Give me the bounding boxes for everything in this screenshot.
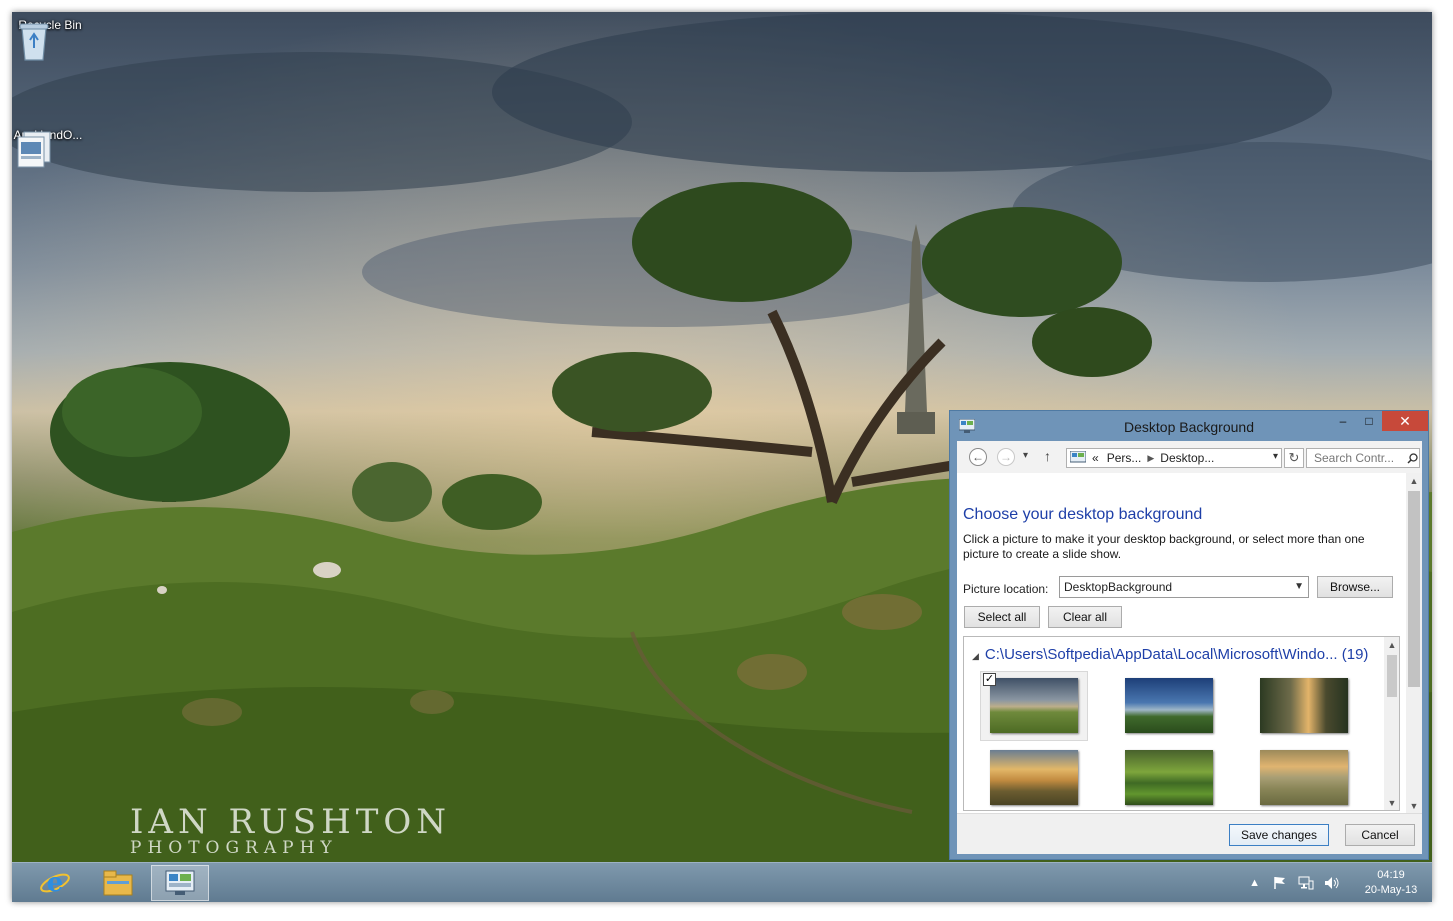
cancel-button[interactable]: Cancel [1345,824,1415,846]
scroll-down-icon[interactable]: ▼ [1406,801,1422,811]
minimize-button[interactable]: – [1330,411,1356,431]
file-explorer-icon [103,870,133,896]
control-panel-icon [1070,451,1086,463]
volume-icon[interactable] [1324,875,1340,891]
save-changes-button[interactable]: Save changes [1229,824,1329,846]
gallery-scrollbar-thumb[interactable] [1387,655,1397,697]
control-panel-icon [165,870,195,895]
content-scrollbar-thumb[interactable] [1408,491,1420,687]
picture-location-value: DesktopBackground [1064,580,1173,594]
clock-date: 20-May-13 [1364,884,1418,896]
window-footer: Save changes Cancel [957,813,1422,854]
recent-locations-dropdown[interactable]: ▾ [1023,450,1028,461]
wallpaper-thumbnail[interactable] [1260,678,1348,733]
network-icon[interactable] [1298,875,1314,891]
browse-button[interactable]: Browse... [1317,576,1393,598]
address-bar[interactable]: « Pers... ▶ Desktop... ▾ [1066,448,1282,468]
system-tray: ▲ 04:19 20-May-13 [1249,863,1432,902]
page-description: Click a picture to make it your desktop … [963,532,1365,561]
show-hidden-icons-icon[interactable]: ▲ [1249,877,1260,889]
clock-time: 04:19 [1377,869,1405,881]
thumbnail-checkbox[interactable]: ✓ [983,673,996,686]
action-center-flag-icon[interactable] [1272,875,1288,891]
up-button[interactable]: ↑ [1044,448,1051,464]
refresh-button[interactable]: ↻ [1284,448,1304,468]
forward-button[interactable]: → [997,448,1015,466]
taskbar-internet-explorer[interactable]: e [27,865,83,901]
wallpaper-thumbnail[interactable] [1125,678,1213,733]
desktop-icon-theme-pack[interactable]: AucklandO... [12,128,86,168]
internet-explorer-icon: e [40,868,70,898]
breadcrumb-item-desktop[interactable]: Desktop... [1160,451,1214,465]
scroll-up-icon[interactable]: ▲ [1384,640,1399,650]
close-button[interactable]: ✕ [1382,411,1428,431]
address-dropdown-icon[interactable]: ▾ [1273,451,1278,462]
scroll-down-icon[interactable]: ▼ [1384,798,1399,808]
back-button[interactable]: ← [969,448,987,466]
taskbar: e ▲ 04:19 20-May-13 [12,862,1432,902]
taskbar-clock[interactable]: 04:19 20-May-13 [1350,868,1432,898]
breadcrumb-item-personalization[interactable]: Pers... [1107,451,1142,465]
content-scrollbar[interactable]: ▲ ▼ [1406,473,1422,813]
chevron-down-icon: ▼ [1294,581,1304,592]
wallpaper-thumbnail[interactable] [1260,750,1348,805]
taskbar-file-explorer[interactable] [90,865,146,901]
navigation-bar: ← → ▾ ↑ « Pers... ▶ Desktop... ▾ ↻ Searc… [957,441,1422,473]
picture-location-select[interactable]: DesktopBackground ▼ [1059,576,1309,598]
search-input[interactable]: Search Contr... [1306,448,1420,468]
wallpaper-thumbnail[interactable] [990,750,1078,805]
breadcrumb-overflow[interactable]: « [1092,451,1099,465]
picture-gallery[interactable]: ◢ C:\Users\Softpedia\AppData\Local\Micros… [963,636,1400,811]
gallery-group-header[interactable]: ◢ C:\Users\Softpedia\AppData\Local\Micros… [972,646,1368,663]
window-titlebar[interactable]: Desktop Background – □ ✕ [950,411,1428,441]
desktop-icon-recycle-bin[interactable]: Recycle Bin [12,18,88,61]
content-pane: Choose your desktop background Click a p… [957,473,1422,813]
scroll-up-icon[interactable]: ▲ [1406,476,1422,486]
gallery-scrollbar[interactable]: ▲ ▼ [1384,637,1399,810]
clear-all-button[interactable]: Clear all [1048,606,1122,628]
gallery-group-path: C:\Users\Softpedia\AppData\Local\Microso… [984,646,1338,663]
desktop-background-window[interactable]: Desktop Background – □ ✕ ← → ▾ ↑ « Pers.… [949,410,1429,860]
collapse-triangle-icon[interactable]: ◢ [972,651,979,661]
gallery-group-count: (19) [1341,646,1369,663]
recycle-bin-icon [19,23,49,61]
maximize-button[interactable]: □ [1356,411,1382,431]
picture-location-label: Picture location: [963,582,1049,596]
svg-text:e: e [47,868,64,898]
select-all-button[interactable]: Select all [964,606,1040,628]
wallpaper-thumbnail[interactable] [1125,750,1213,805]
taskbar-control-panel[interactable] [151,865,209,901]
watermark-line-1: IAN RUSHTON [130,802,452,842]
page-heading: Choose your desktop background [963,506,1203,523]
wallpaper-thumbnail[interactable] [990,678,1078,733]
theme-pack-icon [17,131,51,168]
search-icon[interactable] [1407,453,1418,464]
photographer-watermark: IAN RUSHTON PHOTOGRAPHY [130,802,451,858]
breadcrumb-chevron-icon: ▶ [1147,452,1155,463]
screen: Recycle Bin AucklandO... IAN RUSHTON PHO… [12,12,1432,902]
